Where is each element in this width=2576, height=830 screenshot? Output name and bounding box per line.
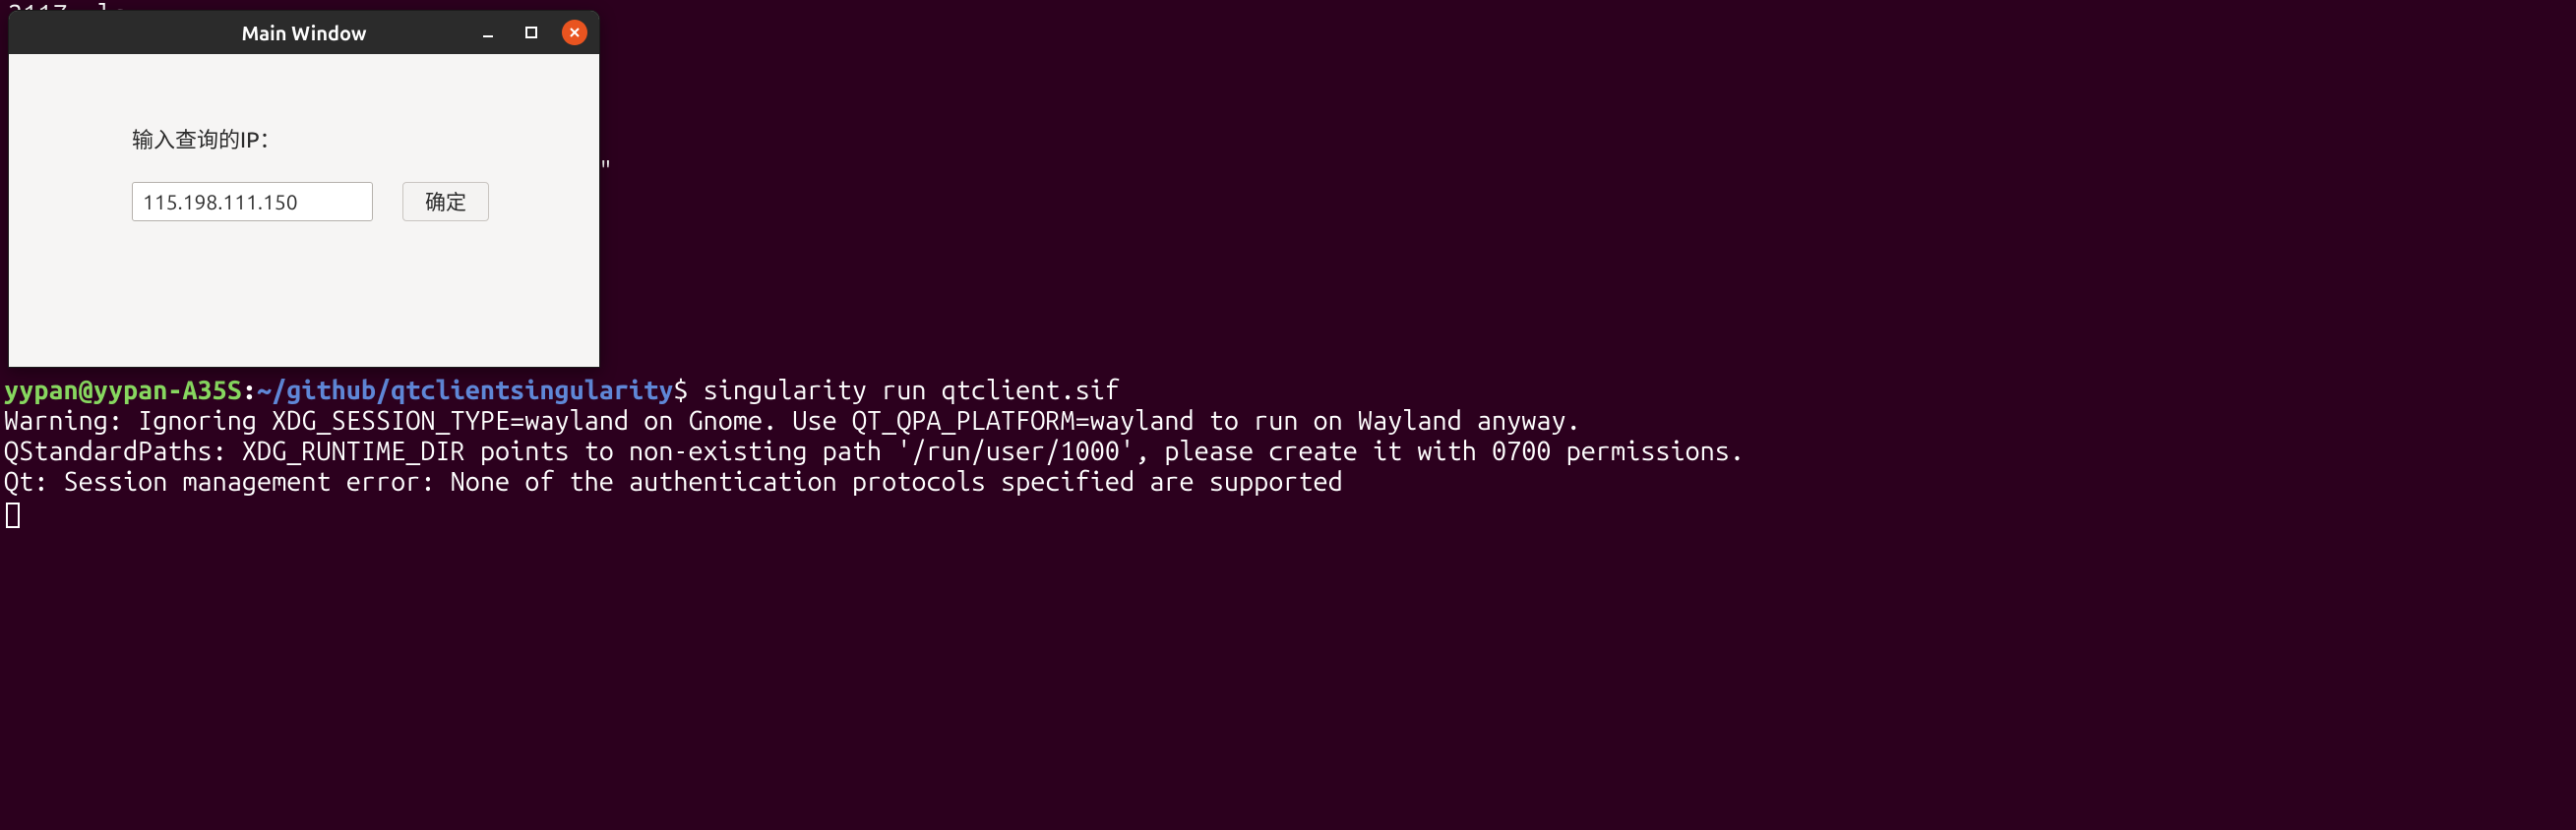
maximize-button[interactable] [519,20,544,45]
main-window: Main Window 输入查询的IP： 确 [8,10,600,368]
terminal-text-remnant: " [598,157,613,187]
terminal-output-line: Qt: Session management error: None of th… [0,467,2576,498]
terminal-output-block: yypan@yypan-A35S:~/github/qtclientsingul… [0,376,2576,528]
window-title: Main Window [241,22,366,44]
prompt-dollar: $ [673,376,688,405]
terminal-cursor [6,503,20,528]
window-titlebar[interactable]: Main Window [9,11,599,54]
terminal-output-line: QStandardPaths: XDG_RUNTIME_DIR points t… [0,437,2576,467]
minimize-button[interactable] [475,20,501,45]
form-row: 确定 [132,182,560,221]
window-body: 输入查询的IP： 确定 [9,54,599,241]
window-controls [475,20,587,45]
prompt-path: ~/github/qtclientsingularity [257,376,673,405]
terminal-command: singularity run qtclient.sif [689,376,1120,405]
terminal-prompt-line[interactable]: yypan@yypan-A35S:~/github/qtclientsingul… [0,376,2576,406]
ok-button[interactable]: 确定 [402,182,489,221]
prompt-colon: : [242,376,257,405]
minimize-icon [481,26,495,39]
ip-input[interactable] [132,182,373,221]
terminal-output-line: Warning: Ignoring XDG_SESSION_TYPE=wayla… [0,406,2576,437]
terminal-cursor-line[interactable] [0,498,2576,528]
prompt-user-host: yypan@yypan-A35S [4,376,242,405]
close-icon [568,26,582,39]
close-button[interactable] [562,20,587,45]
ip-query-label: 输入查询的IP： [132,123,560,154]
maximize-icon [524,26,538,39]
